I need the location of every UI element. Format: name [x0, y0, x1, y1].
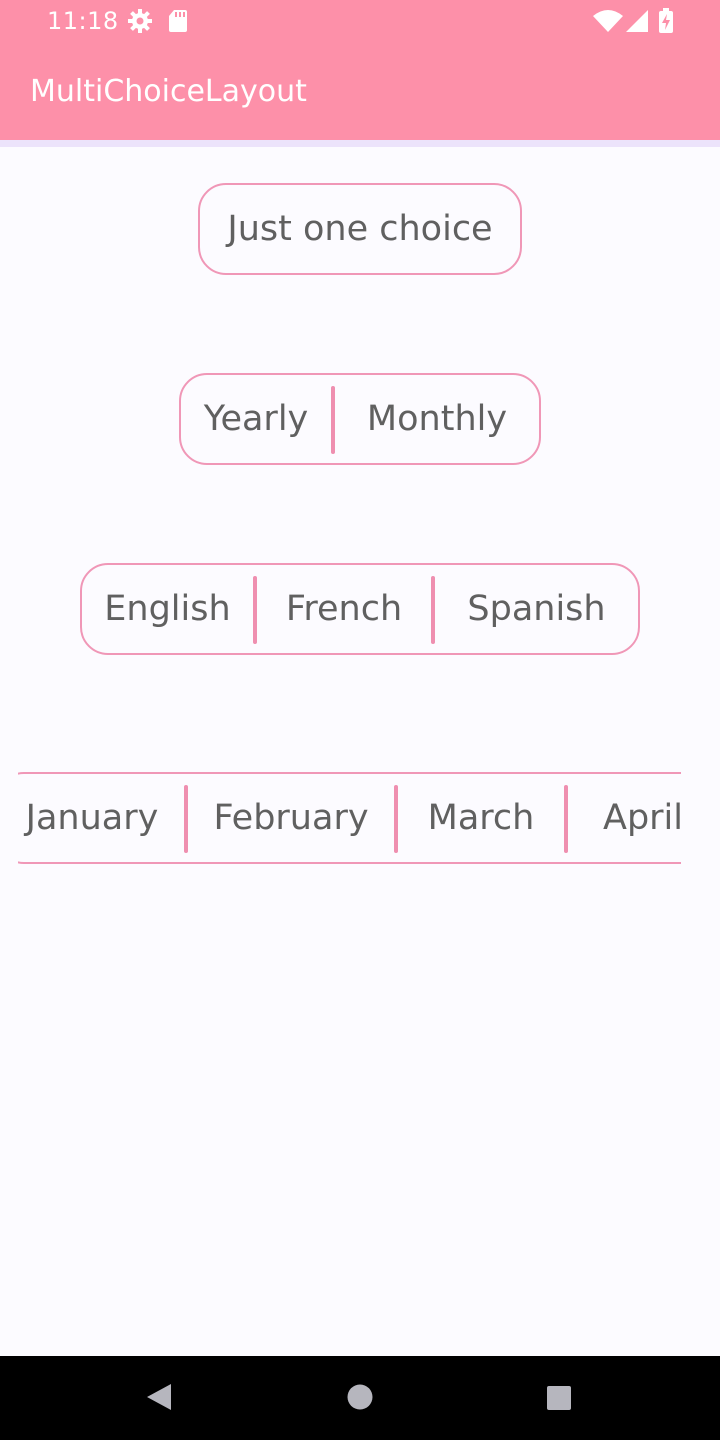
- status-time: 11:18: [47, 7, 119, 35]
- choice-french[interactable]: French: [257, 565, 431, 653]
- battery-charging-icon: [658, 8, 674, 38]
- app-title: MultiChoiceLayout: [30, 74, 307, 109]
- status-bar: 11:18: [0, 0, 720, 42]
- choice-february[interactable]: February: [188, 774, 394, 862]
- choice-monthly[interactable]: Monthly: [335, 375, 539, 463]
- choice-january[interactable]: January: [20, 774, 164, 862]
- choice-english[interactable]: English: [82, 565, 253, 653]
- settings-icon: [128, 9, 152, 37]
- choice-just-one-choice[interactable]: Just one choice: [200, 185, 520, 273]
- choice-april[interactable]: April: [568, 774, 681, 862]
- months-choice-group: January February March April: [18, 772, 681, 864]
- app-bar: MultiChoiceLayout: [0, 42, 720, 140]
- recents-icon[interactable]: [546, 1385, 572, 1415]
- app-bar-shadow: [0, 140, 720, 147]
- months-scroll-container[interactable]: January February March April: [18, 760, 681, 880]
- sd-card-icon: [168, 9, 188, 37]
- choice-march[interactable]: March: [398, 774, 564, 862]
- signal-icon: [626, 10, 648, 36]
- plan-choice-group: Yearly Monthly: [179, 373, 541, 465]
- navigation-bar: [0, 1356, 720, 1440]
- choice-yearly[interactable]: Yearly: [181, 375, 331, 463]
- home-icon[interactable]: [347, 1384, 373, 1414]
- single-choice-group: Just one choice: [198, 183, 522, 275]
- language-choice-group: English French Spanish: [80, 563, 640, 655]
- wifi-icon: [593, 10, 623, 36]
- back-icon[interactable]: [145, 1382, 173, 1416]
- choice-spanish[interactable]: Spanish: [435, 565, 638, 653]
